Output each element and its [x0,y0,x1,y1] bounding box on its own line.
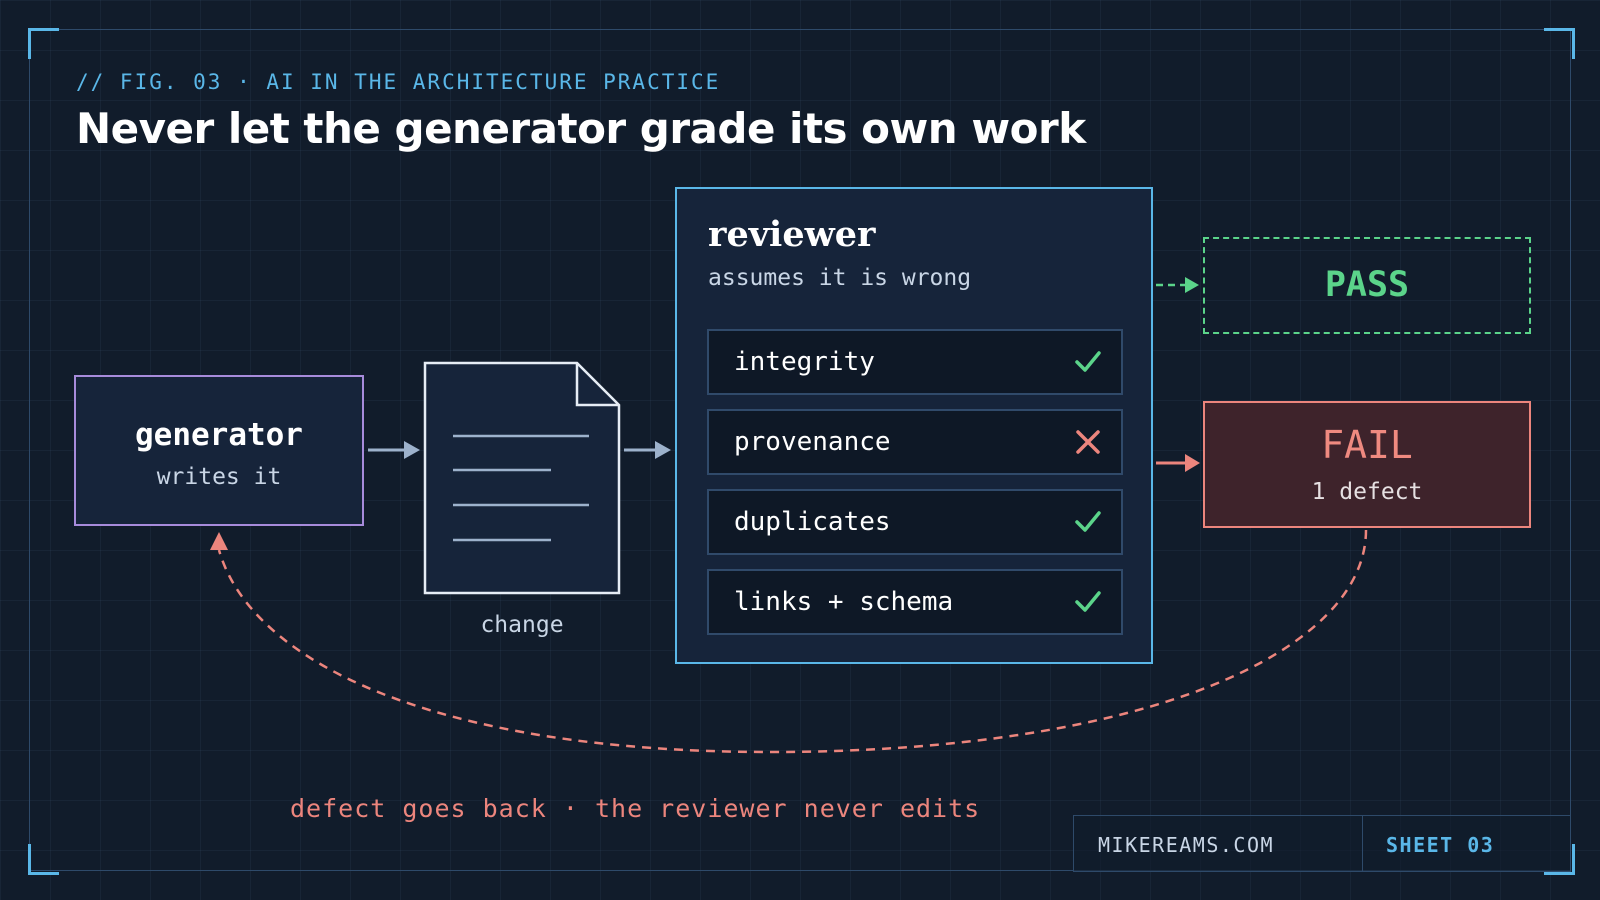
reviewer-title: reviewer [708,214,876,255]
check-row-links-schema: links + schema [707,569,1123,635]
fail-subtitle: 1 defect [1311,479,1423,505]
reviewer-node: reviewer assumes it is wrong integrity p… [675,187,1153,664]
generator-subtitle: writes it [156,464,282,490]
check-row-provenance: provenance [707,409,1123,475]
document-icon [423,361,621,595]
change-label: change [480,612,564,638]
feedback-caption: defect goes back · the reviewer never ed… [290,794,981,823]
site-name: MIKEREAMS.COM [1098,833,1275,857]
generator-node: generator writes it [74,375,364,526]
fail-outcome: FAIL 1 defect [1203,401,1531,528]
check-label: provenance [734,427,891,457]
arrow-generator-to-change [368,441,420,459]
pass-outcome: PASS [1203,237,1531,334]
sheet-number: SHEET 03 [1386,833,1495,857]
arrow-reviewer-to-fail [1156,454,1200,472]
reviewer-subtitle: assumes it is wrong [708,265,972,291]
arrow-reviewer-to-pass [1156,277,1199,293]
cross-icon [1076,430,1100,454]
generator-title: generator [135,417,303,453]
check-label: integrity [734,347,875,377]
sheet-divider [1362,816,1363,871]
sheet-info-bar: MIKEREAMS.COM SHEET 03 [1073,815,1571,872]
check-icon [1075,591,1101,612]
pass-label: PASS [1324,265,1410,305]
check-row-integrity: integrity [707,329,1123,395]
arrow-change-to-reviewer [624,441,671,459]
fail-label: FAIL [1321,423,1413,467]
check-icon [1075,351,1101,372]
check-icon [1075,511,1101,532]
check-row-duplicates: duplicates [707,489,1123,555]
check-label: links + schema [734,587,954,617]
check-label: duplicates [734,507,891,537]
